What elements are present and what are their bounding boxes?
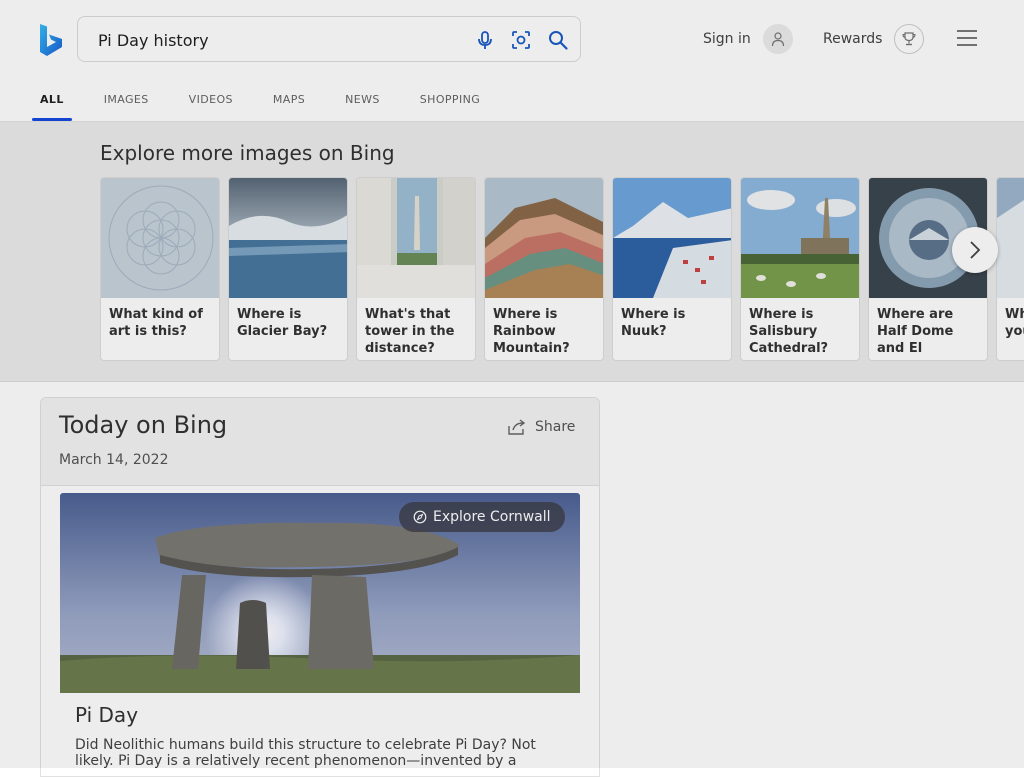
bing-logo-icon[interactable] [38,22,64,58]
sign-in-button[interactable]: Sign in [703,24,793,54]
search-box [77,16,581,62]
explore-card-rainbow-mountain[interactable]: Where is Rainbow Mountain? [484,177,604,361]
explore-card-salisbury[interactable]: Where is Salisbury Cathedral? [740,177,860,361]
story-title: Pi Day [75,703,139,727]
microphone-icon[interactable] [474,29,496,51]
card-image [101,178,219,298]
share-label: Share [535,419,576,435]
card-caption: What kind of art is this? [109,307,203,339]
trophy-icon [894,24,925,54]
avatar [762,24,793,54]
card-image [229,178,347,298]
visual-search-icon[interactable] [510,29,532,51]
explore-images-section: Explore more images on Bing What kind of… [0,122,1024,382]
tab-videos[interactable]: VIDEOS [181,82,241,121]
card-caption: Where is Rainbow Mountain? [493,307,570,356]
share-button[interactable]: Share [507,418,575,436]
card-caption: What's that tower in the distance? [365,307,455,356]
card-image [485,178,603,298]
search-input[interactable] [98,27,448,53]
explore-cornwall-button[interactable]: Explore Cornwall [399,502,565,532]
tab-all[interactable]: ALL [32,82,72,121]
header: Sign in Rewards ALL IMAGES VIDEOS MAPS N… [0,0,1024,122]
explore-card-art[interactable]: What kind of art is this? [100,177,220,361]
chevron-right-icon [970,241,981,259]
card-caption: Where is Salisbury Cathedral? [749,307,829,356]
rewards-button[interactable]: Rewards [823,24,925,54]
explore-title: Explore more images on Bing [100,141,395,165]
search-icon[interactable] [547,29,569,51]
user-icon [771,32,784,47]
card-image [357,178,475,298]
compass-icon [413,510,427,524]
card-caption: Where are Half Dome and El Capitan? [877,307,954,356]
rewards-label: Rewards [823,31,883,47]
scope-tabs: ALL IMAGES VIDEOS MAPS NEWS SHOPPING [32,82,512,121]
card-image [741,178,859,298]
tab-maps[interactable]: MAPS [265,82,313,121]
today-date: March 14, 2022 [59,452,169,468]
explore-carousel: What kind of art is this? Where is Glaci… [100,177,1024,363]
explore-card-partial[interactable]: Where are you the [996,177,1024,361]
sign-in-label: Sign in [703,31,751,47]
explore-card-nuuk[interactable]: Where is Nuuk? [612,177,732,361]
explore-card-glacier-bay[interactable]: Where is Glacier Bay? [228,177,348,361]
card-caption: Where is Glacier Bay? [237,307,328,339]
story-text: Did Neolithic humans build this structur… [75,737,536,769]
today-header: Today on Bing March 14, 2022 Share [41,398,599,486]
card-caption: Where are you the [1005,307,1024,339]
today-title: Today on Bing [59,411,228,439]
tab-images[interactable]: IMAGES [96,82,157,121]
explore-cornwall-label: Explore Cornwall [433,509,551,525]
card-caption: Where is Nuuk? [621,307,686,339]
card-image [613,178,731,298]
today-on-bing-card: Today on Bing March 14, 2022 Share Explo… [40,397,600,777]
card-image [997,178,1024,298]
share-icon [508,419,526,435]
tab-shopping[interactable]: SHOPPING [412,82,488,121]
hamburger-menu-icon[interactable] [956,28,978,48]
tab-news[interactable]: NEWS [337,82,388,121]
carousel-next-button[interactable] [952,227,998,273]
explore-card-tower[interactable]: What's that tower in the distance? [356,177,476,361]
